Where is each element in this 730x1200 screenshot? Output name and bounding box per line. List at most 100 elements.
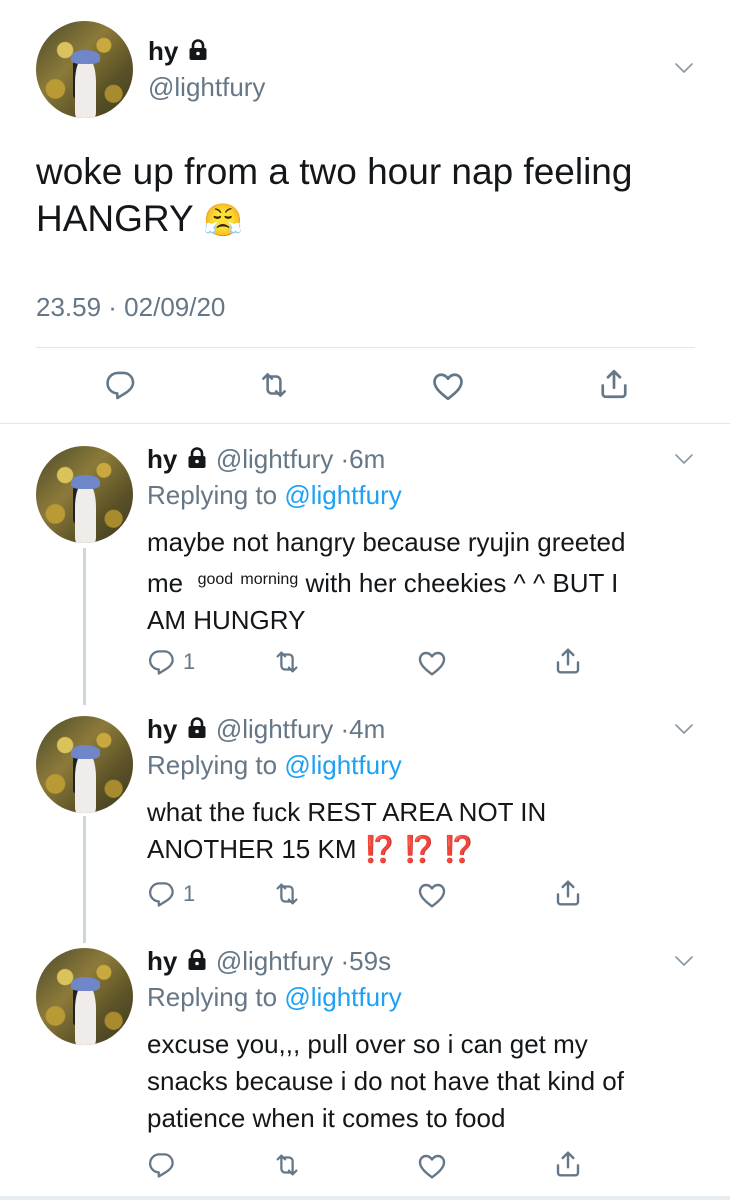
mention-link[interactable]: @lightfury (284, 480, 401, 510)
avatar-hat (70, 745, 100, 759)
user-handle[interactable]: @lightfury (148, 72, 265, 103)
reply-count: 1 (183, 881, 196, 906)
user-handle[interactable]: @lightfury (216, 714, 333, 744)
heart-icon (430, 368, 466, 404)
replying-to-prefix: Replying to (147, 750, 278, 780)
share-icon (552, 877, 584, 909)
reply-icon (104, 368, 138, 402)
retweet-icon (272, 647, 302, 677)
retweet-icon (272, 1150, 302, 1180)
avatar-figure (74, 984, 97, 1045)
chevron-down-icon[interactable] (672, 949, 696, 973)
reply-button[interactable] (104, 368, 138, 402)
avatar[interactable] (36, 716, 133, 813)
avatar-figure (74, 482, 97, 543)
interrobang-emoji: ⁉️ ⁉️ ⁉️ (363, 834, 476, 864)
display-name-text: hy (148, 36, 179, 66)
lock-icon (185, 446, 209, 470)
display-name[interactable]: hy (147, 946, 177, 976)
mention-link[interactable]: @lightfury (284, 750, 401, 780)
small-text: good (197, 571, 234, 588)
reply-button[interactable] (147, 1150, 177, 1180)
replying-to-prefix: Replying to (147, 982, 278, 1012)
bottom-bar (0, 1196, 730, 1200)
reply-time[interactable]: 59s (349, 946, 391, 976)
share-button[interactable] (552, 1148, 584, 1180)
tweet-text: woke up from a two hour nap feeling HANG… (36, 148, 696, 244)
display-name[interactable]: hy (148, 36, 210, 67)
section-divider (0, 423, 730, 424)
lock-icon (185, 716, 209, 740)
reply-text-line: maybe not hangry because ryujin greeted (147, 527, 626, 557)
retweet-icon (272, 879, 302, 909)
like-button[interactable] (430, 368, 466, 404)
reply-count: 1 (183, 649, 196, 674)
reply-header: hy @lightfury ·59s (147, 946, 391, 977)
reply-icon (147, 879, 177, 909)
thread-connector (83, 548, 86, 705)
tweet-timestamp[interactable]: 23.59 · 02/09/20 (36, 292, 225, 323)
replying-to: Replying to @lightfury (147, 480, 402, 511)
divider (36, 347, 695, 348)
chevron-down-icon[interactable] (672, 56, 696, 80)
share-button[interactable] (552, 645, 584, 677)
avatar-figure (74, 57, 97, 118)
tweet-text-line-2: HANGRY 😤 (36, 195, 696, 244)
chevron-down-icon[interactable] (672, 447, 696, 471)
avatar[interactable] (36, 21, 133, 118)
display-name[interactable]: hy (147, 444, 177, 474)
user-handle[interactable]: @lightfury (216, 946, 333, 976)
like-button[interactable] (416, 647, 448, 679)
reply-text: what the fuck REST AREA NOT IN ANOTHER 1… (147, 794, 692, 868)
like-button[interactable] (416, 1150, 448, 1182)
chevron-down-icon[interactable] (672, 717, 696, 741)
share-icon (596, 366, 632, 402)
avatar-figure (74, 752, 97, 813)
reply-text-line: excuse you,,, pull over so i can get my (147, 1029, 588, 1059)
reply-time[interactable]: 6m (349, 444, 385, 474)
avatar[interactable] (36, 446, 133, 543)
reply-text-line: what the fuck REST AREA NOT IN (147, 797, 547, 827)
dot-separator: · (340, 714, 350, 744)
reply-text: maybe not hangry because ryujin greeted … (147, 524, 692, 639)
replying-to: Replying to @lightfury (147, 982, 402, 1013)
tweet-text-hangry: HANGRY (36, 198, 193, 239)
avatar[interactable] (36, 948, 133, 1045)
reply-time[interactable]: 4m (349, 714, 385, 744)
reply-button[interactable]: 1 (147, 879, 195, 909)
retweet-button[interactable] (272, 879, 302, 909)
user-handle[interactable]: @lightfury (216, 444, 333, 474)
reply-icon (147, 1150, 177, 1180)
reply-text-segment: with her cheekies ^ ^ BUT I (305, 568, 619, 598)
avatar-hat (70, 977, 100, 991)
heart-icon (416, 879, 448, 911)
dot-separator: · (340, 444, 350, 474)
avatar-hat (70, 50, 100, 64)
reply-text-line: snacks because i do not have that kind o… (147, 1066, 624, 1096)
display-name[interactable]: hy (147, 714, 177, 744)
reply-button[interactable]: 1 (147, 647, 195, 677)
retweet-button[interactable] (272, 647, 302, 677)
reply-text: excuse you,,, pull over so i can get my … (147, 1026, 692, 1137)
avatar-hat (70, 475, 100, 489)
share-icon (552, 645, 584, 677)
reply-header: hy @lightfury ·6m (147, 444, 385, 475)
lock-icon (186, 38, 210, 62)
like-button[interactable] (416, 879, 448, 911)
replying-to-prefix: Replying to (147, 480, 278, 510)
reply-text-segment: me (147, 568, 184, 598)
reply-text-line: ANOTHER 15 KM ⁉️ ⁉️ ⁉️ (147, 831, 692, 868)
heart-icon (416, 1150, 448, 1182)
reply-text-line: me good morning with her cheekies ^ ^ BU… (147, 561, 692, 602)
share-icon (552, 1148, 584, 1180)
retweet-button[interactable] (272, 1150, 302, 1180)
reply-text-line: AM HUNGRY (147, 605, 306, 635)
reply-text-segment: ANOTHER 15 KM (147, 834, 357, 864)
share-button[interactable] (596, 366, 632, 402)
thread-connector (83, 816, 86, 943)
dot-separator: · (340, 946, 350, 976)
mention-link[interactable]: @lightfury (284, 982, 401, 1012)
share-button[interactable] (552, 877, 584, 909)
angry-face-emoji: 😤 (203, 202, 244, 238)
retweet-button[interactable] (257, 368, 291, 402)
